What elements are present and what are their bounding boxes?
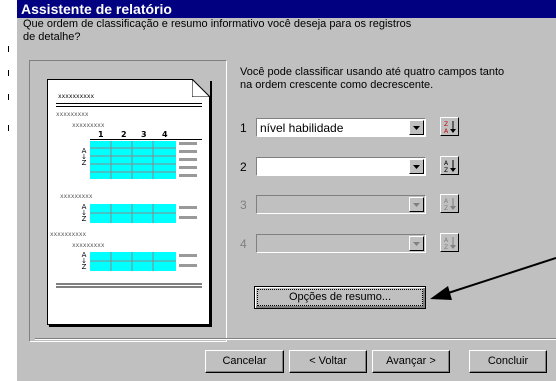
svg-text:A: A	[444, 128, 449, 134]
prompt-text: Que ordem de classificação e resumo info…	[23, 18, 453, 44]
prompt-line-1: Que ordem de classificação e resumo info…	[23, 18, 412, 30]
footer-separator	[35, 338, 556, 340]
sort-row-4-number: 4	[240, 237, 247, 251]
sort-field-4-combobox[interactable]	[256, 234, 426, 253]
preview-grid-lines	[56, 141, 202, 288]
sort-descending-icon: Z A	[444, 121, 456, 134]
sort-row-1-number: 1	[240, 121, 247, 135]
sort-order-toggle-3[interactable]: A Z	[440, 194, 459, 213]
finish-button[interactable]: Concluir	[469, 350, 547, 373]
dropdown-arrow-icon[interactable]	[409, 197, 424, 212]
svg-text:A: A	[444, 160, 449, 167]
svg-text:Z: Z	[444, 121, 448, 128]
sort-field-1-combobox[interactable]: nível habilidade	[256, 118, 426, 137]
back-button[interactable]: < Voltar	[289, 350, 367, 373]
sort-field-3-combobox[interactable]	[256, 195, 426, 214]
sort-ascending-icon: A Z	[444, 237, 456, 250]
description-line-2: na ordem crescente como decrescente.	[240, 79, 434, 91]
sort-ascending-icon: A Z	[444, 160, 456, 173]
dropdown-arrow-icon[interactable]	[409, 159, 424, 174]
description-line-1: Você pode classificar usando até quatro …	[240, 66, 505, 78]
svg-text:Z: Z	[444, 205, 448, 211]
sort-order-toggle-2[interactable]: A Z	[440, 156, 459, 175]
cancel-label: Cancelar	[222, 355, 267, 367]
dropdown-arrow-icon[interactable]	[409, 236, 424, 251]
summary-options-button[interactable]: Opções de resumo...	[254, 286, 426, 309]
description-text: Você pode classificar usando até quatro …	[240, 66, 540, 92]
report-preview-page: xxxxxxxxxx xxxxxxxxx xxxxxxxxx 1 2 3 4 A…	[47, 79, 210, 325]
sort-field-2-combobox[interactable]	[256, 157, 426, 176]
sort-row-2-number: 2	[240, 160, 247, 174]
sort-field-1-value: nível habilidade	[260, 121, 344, 135]
sort-order-toggle-4[interactable]: A Z	[440, 233, 459, 252]
cancel-button[interactable]: Cancelar	[205, 350, 284, 373]
svg-text:Z: Z	[444, 244, 448, 250]
left-margin	[0, 0, 17, 381]
dropdown-arrow-icon[interactable]	[409, 120, 424, 135]
svg-text:A: A	[444, 198, 449, 205]
back-label: < Voltar	[309, 355, 347, 367]
prompt-line-2: de detalhe?	[23, 31, 81, 43]
window-title: Assistente de relatório	[17, 0, 556, 18]
next-button[interactable]: Avançar >	[372, 350, 450, 373]
svg-text:A: A	[444, 237, 449, 244]
next-label: Avançar >	[386, 355, 436, 367]
summary-options-label: Opções de resumo...	[288, 291, 392, 303]
sort-order-toggle-1[interactable]: Z A	[440, 117, 459, 136]
svg-text:Z: Z	[444, 167, 448, 173]
finish-label: Concluir	[487, 355, 529, 367]
sort-ascending-icon: A Z	[444, 198, 456, 211]
sort-row-3-number: 3	[240, 198, 247, 212]
